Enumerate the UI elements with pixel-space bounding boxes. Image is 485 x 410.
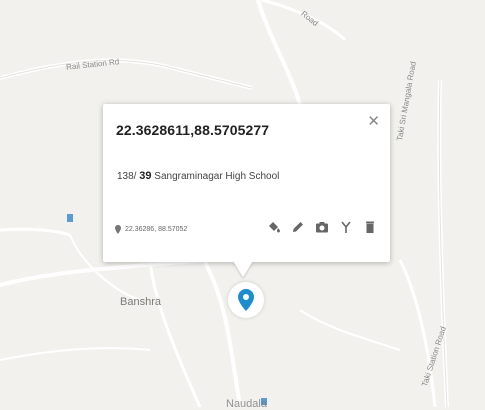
place-label-banshra: Banshra [120, 296, 161, 308]
paint-bucket-icon[interactable] [266, 219, 282, 235]
short-coordinates-text: 22.36286, 88.57052 [125, 226, 188, 233]
camera-icon[interactable] [314, 219, 330, 235]
trash-icon[interactable] [362, 219, 378, 235]
address-place: Sangraminagar High School [154, 171, 280, 182]
location-info-popup: 22.3628611,88.5705277 ✕ 138/ 39 Sangrami… [103, 104, 390, 262]
address-prefix: 138/ [117, 171, 137, 182]
place-label-bottom: Naudala [226, 398, 267, 410]
fork-icon[interactable] [338, 219, 354, 235]
close-icon[interactable]: ✕ [367, 114, 380, 129]
address-number: 39 [139, 170, 152, 182]
short-coordinates: 22.36286, 88.57052 [115, 225, 187, 234]
popup-tail [233, 261, 253, 277]
map-marker-icon[interactable] [228, 282, 264, 318]
pencil-icon[interactable] [290, 219, 306, 235]
address-line: 138/ 39 Sangraminagar High School [117, 170, 279, 182]
popup-toolbar [266, 219, 378, 235]
location-pin-icon [238, 289, 254, 311]
location-pin-icon [115, 225, 121, 234]
coordinates-title: 22.3628611,88.5705277 [116, 122, 270, 138]
